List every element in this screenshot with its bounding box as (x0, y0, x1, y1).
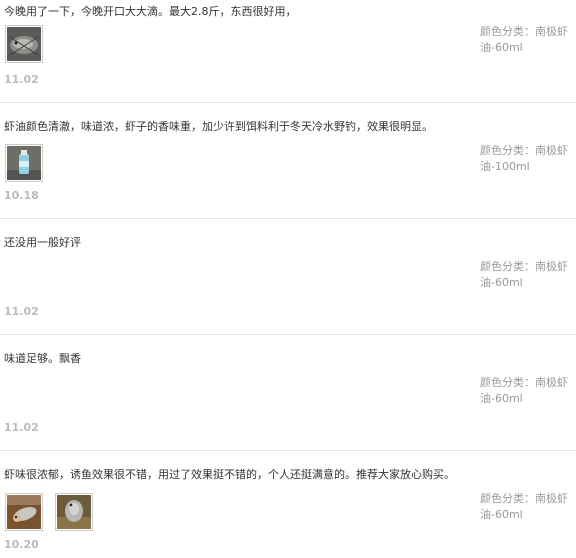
review-date: 11.02 (4, 73, 39, 86)
spec-key: 颜色分类： (480, 492, 535, 505)
spec-info: 颜色分类：南极虾油-60ml (480, 375, 572, 407)
review-text: 味道足够。飘香 (4, 352, 81, 365)
spec-key: 颜色分类： (480, 25, 535, 38)
review-photos (5, 144, 43, 182)
bottle-photo (7, 146, 41, 180)
review-photo-thumbnail[interactable] (55, 493, 93, 531)
spec-info: 颜色分类：南极虾油-60ml (480, 24, 572, 56)
review-date: 10.20 (4, 538, 39, 551)
spec-key: 颜色分类： (480, 376, 535, 389)
review-item: 虾味很浓郁，诱鱼效果很不错，用过了效果挺不错的，个人还挺满意的。推荐大家放心购买… (0, 451, 576, 558)
review-photos (5, 25, 43, 63)
review-item: 味道足够。飘香 颜色分类：南极虾油-60ml 11.02 (0, 335, 576, 451)
fish-catch-photo (7, 495, 41, 529)
review-photo-thumbnail[interactable] (5, 144, 43, 182)
review-date: 11.02 (4, 421, 39, 434)
review-item: 虾油颜色清澈，味道浓，虾子的香味重，加少许到饵料利于冬天冷水野钓，效果很明显。 … (0, 103, 576, 219)
spec-key: 颜色分类： (480, 144, 535, 157)
review-text: 还没用一般好评 (4, 236, 81, 249)
review-list: 今晚用了一下，今晚开口大大滴。最大2.8斤，东西很好用， 颜色分类：南极虾油-6… (0, 0, 576, 558)
review-text: 虾味很浓郁，诱鱼效果很不错，用过了效果挺不错的，个人还挺满意的。推荐大家放心购买… (4, 468, 455, 481)
review-item: 今晚用了一下，今晚开口大大滴。最大2.8斤，东西很好用， 颜色分类：南极虾油-6… (0, 0, 576, 103)
review-date: 10.18 (4, 189, 39, 202)
review-photos (5, 493, 93, 531)
fish-in-net-photo (7, 27, 41, 61)
review-photo-thumbnail[interactable] (5, 493, 43, 531)
spec-info: 颜色分类：南极虾油-100ml (480, 143, 572, 175)
fish-on-ground-photo (57, 495, 91, 529)
spec-key: 颜色分类： (480, 260, 535, 273)
spec-info: 颜色分类：南极虾油-60ml (480, 491, 572, 523)
review-date: 11.02 (4, 305, 39, 318)
review-text: 虾油颜色清澈，味道浓，虾子的香味重，加少许到饵料利于冬天冷水野钓，效果很明显。 (4, 120, 433, 133)
review-text: 今晚用了一下，今晚开口大大滴。最大2.8斤，东西很好用， (4, 5, 297, 18)
review-item: 还没用一般好评 颜色分类：南极虾油-60ml 11.02 (0, 219, 576, 335)
spec-info: 颜色分类：南极虾油-60ml (480, 259, 572, 291)
review-photo-thumbnail[interactable] (5, 25, 43, 63)
